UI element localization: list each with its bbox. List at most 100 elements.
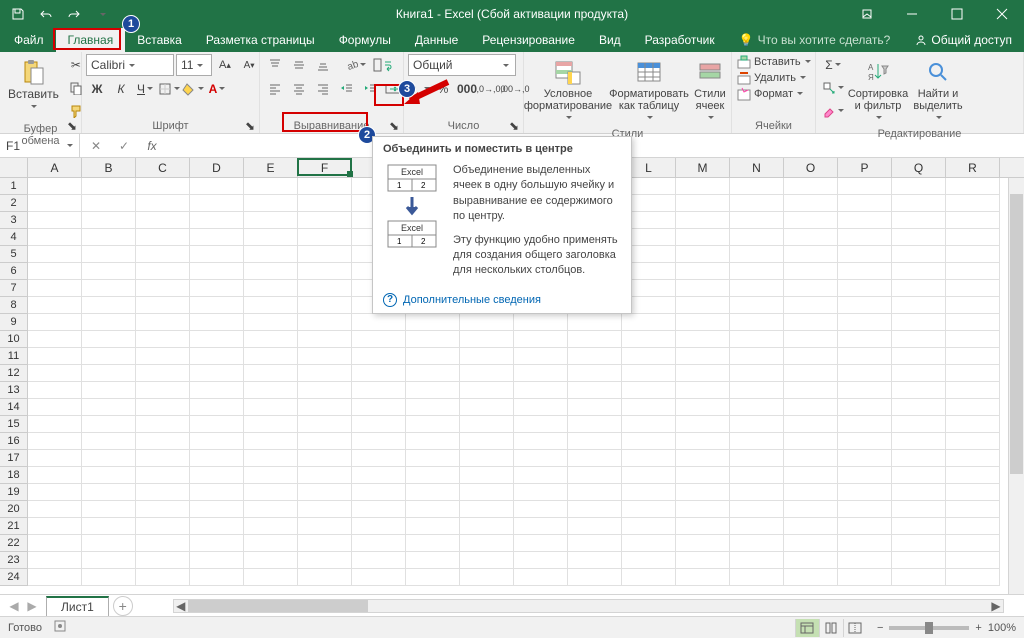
row-header[interactable]: 11 [0,348,28,365]
cell[interactable] [28,416,82,433]
column-header[interactable]: P [838,158,892,177]
cell[interactable] [946,416,1000,433]
decrease-indent-icon[interactable] [336,78,358,100]
fill-color-icon[interactable] [182,78,204,100]
cell[interactable] [676,297,730,314]
cell[interactable] [622,535,676,552]
cell[interactable] [946,212,1000,229]
cell[interactable] [568,518,622,535]
cancel-formula-icon[interactable]: ✕ [86,136,106,156]
column-header[interactable]: R [946,158,1000,177]
cell[interactable] [244,382,298,399]
cell[interactable] [892,178,946,195]
cell[interactable] [784,501,838,518]
cell[interactable] [136,450,190,467]
cell[interactable] [622,552,676,569]
cell[interactable] [676,552,730,569]
cell[interactable] [28,433,82,450]
cell[interactable] [298,569,352,586]
cell[interactable] [568,535,622,552]
cell[interactable] [730,331,784,348]
cell[interactable] [28,314,82,331]
cell[interactable] [136,178,190,195]
cell[interactable] [730,518,784,535]
cell[interactable] [190,178,244,195]
cell[interactable] [244,484,298,501]
cell[interactable] [676,178,730,195]
cell[interactable] [514,552,568,569]
close-icon[interactable] [979,0,1024,28]
cell[interactable] [460,314,514,331]
cell[interactable] [892,399,946,416]
cell[interactable] [136,569,190,586]
cell[interactable] [784,365,838,382]
tab-file[interactable]: Файл [2,28,56,52]
cell[interactable] [190,467,244,484]
italic-button[interactable]: К [110,78,132,100]
cell[interactable] [784,263,838,280]
cell[interactable] [460,501,514,518]
cell[interactable] [838,535,892,552]
cell[interactable] [460,484,514,501]
cell[interactable] [784,535,838,552]
cell[interactable] [136,348,190,365]
align-left-icon[interactable] [264,78,286,100]
cell[interactable] [838,263,892,280]
cell[interactable] [622,314,676,331]
cell[interactable] [244,450,298,467]
cell[interactable] [514,416,568,433]
cell[interactable] [244,569,298,586]
cell[interactable] [82,246,136,263]
cell[interactable] [136,399,190,416]
cell[interactable] [28,246,82,263]
tab-view[interactable]: Вид [587,28,633,52]
cell[interactable] [730,569,784,586]
cell[interactable] [460,552,514,569]
cell[interactable] [136,382,190,399]
cell[interactable] [244,518,298,535]
cell[interactable] [352,433,406,450]
cell[interactable] [838,246,892,263]
cell[interactable] [622,467,676,484]
column-header[interactable]: A [28,158,82,177]
cell[interactable] [244,501,298,518]
cell[interactable] [568,569,622,586]
cell[interactable] [82,450,136,467]
format-cells-button[interactable]: Формат [736,86,803,102]
cell[interactable] [838,314,892,331]
cell[interactable] [352,348,406,365]
cell[interactable] [838,195,892,212]
cell[interactable] [244,195,298,212]
comma-format-icon[interactable]: 000 [456,78,478,100]
cell[interactable] [406,467,460,484]
vertical-scrollbar[interactable] [1008,178,1024,594]
cell[interactable] [730,365,784,382]
cell[interactable] [730,297,784,314]
row-header[interactable]: 20 [0,501,28,518]
cell[interactable] [622,365,676,382]
cell[interactable] [946,246,1000,263]
cell[interactable] [730,501,784,518]
cell[interactable] [28,195,82,212]
cell[interactable] [784,195,838,212]
cell[interactable] [82,229,136,246]
cell[interactable] [136,229,190,246]
cell[interactable] [622,484,676,501]
cell[interactable] [730,229,784,246]
cell[interactable] [568,314,622,331]
cell[interactable] [568,399,622,416]
cell[interactable] [244,399,298,416]
share-button[interactable]: Общий доступ [903,28,1024,52]
cell[interactable] [406,314,460,331]
cell[interactable] [622,518,676,535]
cell[interactable] [190,212,244,229]
cell[interactable] [892,212,946,229]
cell[interactable] [136,433,190,450]
zoom-out-button[interactable]: − [877,622,883,634]
cell[interactable] [244,433,298,450]
cell[interactable] [946,535,1000,552]
cell[interactable] [730,280,784,297]
cell[interactable] [298,518,352,535]
cell[interactable] [838,501,892,518]
cell[interactable] [838,212,892,229]
